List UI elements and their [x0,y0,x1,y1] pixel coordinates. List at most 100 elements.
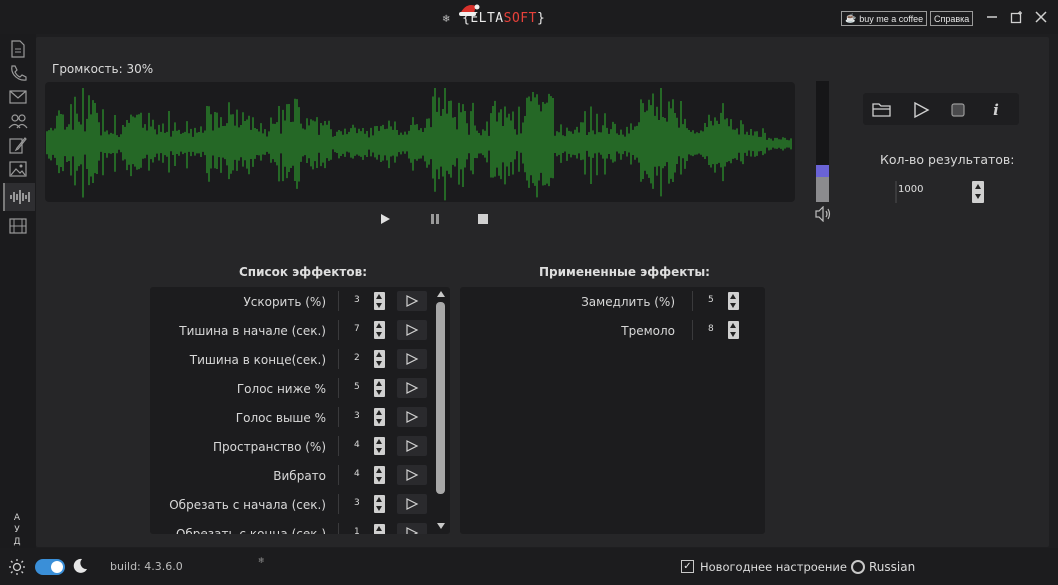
sidebar-item-video[interactable] [7,216,29,236]
minimize-icon [987,16,997,18]
minimize-button[interactable] [983,8,1001,26]
waveform-samples [46,88,792,201]
checkmark-icon: ✓ [683,561,692,572]
sidebar-item-users[interactable] [7,111,29,131]
stepper-value: 3 [354,411,360,421]
run-button[interactable] [911,100,931,120]
effect-value-stepper[interactable]: 7 [338,320,386,340]
apply-effect-button[interactable] [397,349,427,369]
stepper-arrows[interactable] [728,321,739,339]
stepper-field[interactable]: 1 [338,523,372,534]
applied-effect-value-stepper[interactable]: 8 [692,320,740,340]
sun-icon[interactable] [8,558,26,576]
language-selector[interactable]: Russian [869,560,915,574]
volume-level-fill [816,177,829,202]
sidebar-item-editor[interactable] [7,135,29,155]
apply-effect-button[interactable] [397,523,427,534]
help-button[interactable]: Справка [930,11,974,26]
pause-button[interactable] [426,210,444,228]
effect-value-stepper[interactable]: 3 [338,407,386,427]
stepper-arrows[interactable] [374,292,385,310]
apply-effect-button[interactable] [397,407,427,427]
volume-meter[interactable] [816,81,829,202]
sidebar-item-documents[interactable] [7,39,29,59]
sidebar-item-images[interactable] [7,159,29,179]
effect-label: Голос выше % [235,411,326,425]
effect-value-stepper[interactable]: 1 [338,523,386,534]
applied-effect-value-stepper[interactable]: 5 [692,291,740,311]
scroll-thumb[interactable] [436,302,445,494]
results-spin-arrows[interactable] [972,181,984,203]
effect-value-stepper[interactable]: 2 [338,349,386,369]
effect-label: Тишина в начале (сек.) [179,324,326,338]
open-file-button[interactable] [872,100,892,120]
scroll-down-icon[interactable] [435,521,447,531]
scroll-up-icon[interactable] [435,289,447,299]
stepper-field[interactable]: 5 [338,378,372,398]
stepper-arrows[interactable] [374,321,385,339]
stepper-field[interactable]: 5 [692,291,726,311]
sidebar-item-audio[interactable] [3,183,35,211]
effects-scrollbar[interactable] [435,287,447,534]
stepper-value: 5 [708,295,714,305]
stepper-field[interactable]: 7 [338,320,372,340]
play-outline-icon [406,440,419,452]
stepper-value: 4 [354,469,360,479]
stepper-field[interactable]: 2 [338,349,372,369]
stepper-arrows[interactable] [374,350,385,368]
stepper-field[interactable]: 8 [692,320,726,340]
stepper-arrows[interactable] [374,495,385,513]
stepper-field[interactable]: 3 [338,407,372,427]
effect-row: Обрезать с начала (сек.) 3 [150,493,450,517]
effect-value-stepper[interactable]: 4 [338,465,386,485]
expand-button[interactable] [1008,8,1026,26]
waveform [46,88,792,201]
stepper-arrows[interactable] [374,524,385,534]
stepper-field[interactable]: 3 [338,291,372,311]
apply-effect-button[interactable] [397,436,427,456]
stepper-arrows[interactable] [374,437,385,455]
stepper-arrows[interactable] [728,292,739,310]
stepper-field[interactable]: 4 [338,436,372,456]
effect-row: Ускорить (%) 3 [150,290,450,314]
phone-icon [11,65,27,81]
users-icon [8,114,28,129]
play-outline-icon [406,382,419,394]
globe-icon[interactable] [851,560,865,574]
play-button[interactable] [376,210,394,228]
apply-effect-button[interactable] [397,494,427,514]
apply-effect-button[interactable] [397,291,427,311]
speaker-icon [815,205,831,223]
moon-icon[interactable] [72,558,88,574]
volume-button[interactable] [814,205,832,224]
results-count-stepper[interactable]: 1000 [895,181,985,203]
info-button[interactable]: i [986,100,1006,120]
effect-value-stepper[interactable]: 4 [338,436,386,456]
apply-effect-button[interactable] [397,320,427,340]
apply-effect-button[interactable] [397,378,427,398]
stepper-value: 3 [354,498,360,508]
stepper-field[interactable]: 3 [338,494,372,514]
effect-value-stepper[interactable]: 3 [338,494,386,514]
effect-row: Голос ниже % 5 [150,377,450,401]
new-year-mood-checkbox[interactable]: ✓ [681,560,694,573]
close-button[interactable] [1032,8,1050,26]
buy-coffee-button[interactable]: ☕ buy me a coffee [841,11,928,26]
pause-icon [431,214,439,224]
stop-button[interactable] [474,210,492,228]
sidebar-item-mail[interactable] [7,87,29,107]
snowflake-icon: ❄ [258,556,265,565]
theme-toggle[interactable] [35,559,65,575]
effect-value-stepper[interactable]: 5 [338,378,386,398]
apply-effect-button[interactable] [397,465,427,485]
stop-process-button[interactable] [948,100,968,120]
sidebar-item-calls[interactable] [7,63,29,83]
effect-value-stepper[interactable]: 3 [338,291,386,311]
stepper-arrows[interactable] [374,408,385,426]
effect-row: Голос выше % 3 [150,406,450,430]
waveform-display[interactable] [45,82,795,202]
effect-label: Обрезать с начала (сек.) [169,498,326,512]
stepper-arrows[interactable] [374,466,385,484]
stepper-arrows[interactable] [374,379,385,397]
stepper-field[interactable]: 4 [338,465,372,485]
